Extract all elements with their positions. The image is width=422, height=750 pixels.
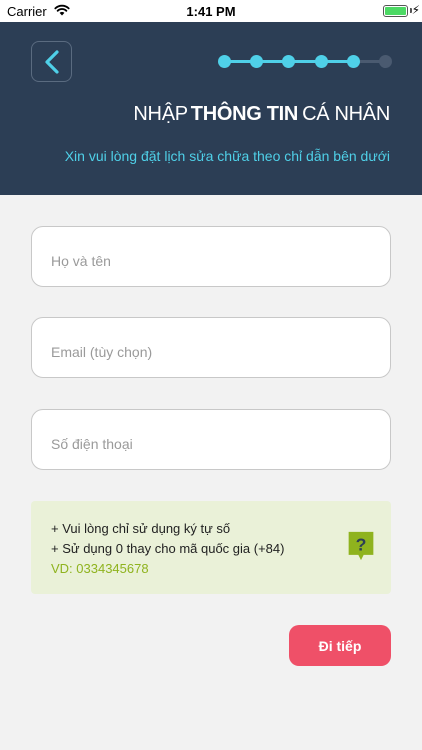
chevron-left-icon bbox=[44, 49, 59, 74]
page-title-bold: THÔNG TIN bbox=[190, 103, 299, 125]
progress-step-dot bbox=[218, 55, 231, 68]
hint-line-country-code: + Sử dụng 0 thay cho mã quốc gia (+84) bbox=[51, 541, 285, 556]
battery-icon bbox=[383, 5, 408, 17]
progress-step-dot bbox=[314, 55, 328, 68]
progress-step-dot bbox=[379, 55, 392, 68]
header: Carrier 1:41 PM ⚡ NHẬP THÔNG TIN CÁ NHÂN X… bbox=[0, 0, 422, 195]
email-field[interactable] bbox=[31, 317, 391, 378]
progress-steps bbox=[218, 55, 392, 69]
page-title: NHẬP THÔNG TIN CÁ NHÂN bbox=[133, 103, 390, 126]
hint-line-digits: + Vui lòng chỉ sử dụng ký tự số bbox=[51, 521, 231, 536]
next-button[interactable]: Đi tiếp bbox=[289, 625, 391, 666]
bolt-icon: ⚡ bbox=[411, 3, 420, 17]
email-input[interactable] bbox=[51, 344, 371, 360]
progress-step-dot bbox=[282, 55, 296, 68]
page-title-suffix: CÁ NHÂN bbox=[302, 103, 390, 125]
back-button[interactable] bbox=[31, 41, 72, 82]
status-bar: Carrier 1:41 PM ⚡ bbox=[0, 0, 422, 22]
phone-hint-box: + Vui lòng chỉ sử dụng ký tự số + Sử dụn… bbox=[31, 501, 391, 594]
question-mark-icon[interactable]: ? bbox=[346, 531, 376, 561]
svg-text:?: ? bbox=[356, 534, 367, 554]
status-time: 1:41 PM bbox=[186, 4, 236, 19]
progress-step-dot bbox=[250, 55, 264, 68]
name-input[interactable] bbox=[51, 253, 371, 269]
name-field[interactable] bbox=[31, 226, 391, 287]
page-title-prefix: NHẬP bbox=[133, 103, 188, 125]
hint-example: VD: 0334345678 bbox=[51, 561, 149, 576]
phone-input[interactable] bbox=[51, 436, 371, 452]
progress-step-dot bbox=[346, 55, 360, 68]
page-subtitle: Xin vui lòng đặt lịch sửa chữa theo chỉ … bbox=[64, 148, 390, 164]
phone-field[interactable] bbox=[31, 409, 391, 470]
